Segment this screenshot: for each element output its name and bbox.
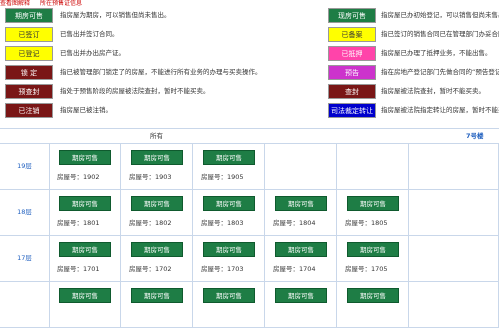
unit-cell: 期房可售: [193, 282, 265, 327]
unit-cell: 期房可售房屋号：1702: [121, 236, 193, 281]
unit-cell: 期房可售房屋号：1705: [337, 236, 409, 281]
all-filter-label[interactable]: 所有: [150, 129, 163, 143]
unit-status-button[interactable]: 期房可售: [275, 196, 327, 211]
unit-cell: 期房可售房屋号：1903: [121, 144, 193, 189]
floor-row: 17层 期房可售 房屋号：1701 期房可售 房屋号：1702 期房可售 房屋号：1703 期…: [0, 236, 499, 282]
unit-status-button[interactable]: 期房可售: [59, 150, 111, 165]
unit-cell: 期房可售房屋号：1704: [265, 236, 337, 281]
floor-label: 17层: [0, 236, 50, 281]
unit-status-button[interactable]: 期房可售: [131, 150, 183, 165]
room-number: 房屋号：1802: [129, 219, 172, 227]
unit-cell: 期房可售: [337, 282, 409, 327]
status-legend: 期房可售 指房屋为期房，可以销售但尚未售出。 已签订 已售出并签订合同。 已登记 已售出并…: [0, 8, 499, 123]
floor-row: 19层 期房可售 房屋号：1902 期房可售 房屋号：1903 期房可售 房屋号：1905: [0, 144, 499, 190]
unit-cell: [409, 236, 499, 281]
unit-cell: [265, 144, 337, 189]
legend-row: 已抵押 指房屋已办理了抵押业务，不能出售。: [0, 46, 499, 64]
status-badge: 已备案: [328, 27, 376, 42]
legend-row: 现房可售 指房屋已办初始登记，可以销售但尚未售出。: [0, 8, 499, 26]
status-badge: 预告: [328, 65, 376, 80]
unit-status-button[interactable]: 期房可售: [275, 288, 327, 303]
room-number: 房屋号：1704: [273, 265, 316, 273]
grid-header: 所有 7号楼: [0, 129, 499, 144]
unit-cell: 期房可售房屋号：1902: [49, 144, 121, 189]
unit-cell: 期房可售房屋号：1805: [337, 190, 409, 235]
unit-status-button[interactable]: 期房可售: [203, 242, 255, 257]
room-number: 房屋号：1903: [129, 173, 172, 181]
room-number: 房屋号：1705: [345, 265, 388, 273]
unit-cell: 期房可售: [265, 282, 337, 327]
unit-status-button[interactable]: 期房可售: [275, 242, 327, 257]
unit-status-button[interactable]: 期房可售: [131, 288, 183, 303]
unit-cell: 期房可售房屋号：1804: [265, 190, 337, 235]
unit-cell: 期房可售: [49, 282, 121, 327]
status-badge: 现房可售: [328, 8, 376, 23]
unit-cell: 期房可售房屋号：1801: [49, 190, 121, 235]
status-description: 指房屋被法院查封，暂时不能买卖。: [381, 87, 485, 95]
status-description: 指在房地产登记部门先做合同的“预告登记”。: [381, 68, 499, 76]
unit-status-button[interactable]: 期房可售: [203, 196, 255, 211]
status-description: 指房屋被法院指定转让的房屋，暂时不能买卖。: [381, 106, 499, 114]
floor-row: 18层 期房可售 房屋号：1801 期房可售 房屋号：1802 期房可售 房屋号：1803 期…: [0, 190, 499, 236]
room-number: 房屋号：1702: [129, 265, 172, 273]
legend-row: 预告 指在房地产登记部门先做合同的“预告登记”。: [0, 65, 499, 83]
unit-cell: [409, 144, 499, 189]
unit-cell: 期房可售房屋号：1701: [49, 236, 121, 281]
floor-row: 期房可售 期房可售 期房可售 期房可售 期房可售: [0, 282, 499, 328]
unit-cell: [337, 144, 409, 189]
room-number: 房屋号：1801: [57, 219, 100, 227]
legend-row: 已备案指已签订的销售合同已在管理部门办妥合同备案。: [0, 27, 499, 45]
unit-status-button[interactable]: 期房可售: [347, 288, 399, 303]
floor-label: 19层: [0, 144, 50, 189]
unit-status-button[interactable]: 期房可售: [347, 196, 399, 211]
unit-cell: 期房可售房屋号：1803: [193, 190, 265, 235]
unit-status-button[interactable]: 期房可售: [347, 242, 399, 257]
room-number: 房屋号：1902: [57, 173, 100, 181]
status-description: 指已签订的销售合同已在管理部门办妥合同备案。: [381, 30, 499, 38]
unit-status-button[interactable]: 期房可售: [203, 288, 255, 303]
unit-status-button[interactable]: 期房可售: [203, 150, 255, 165]
room-number: 房屋号：1703: [201, 265, 244, 273]
status-badge: 查封: [328, 84, 376, 99]
unit-status-button[interactable]: 期房可售: [59, 196, 111, 211]
floor-grid: 所有 7号楼 19层 期房可售 房屋号：1902 期房可售 房屋号：1903 期房可售 房屋…: [0, 128, 499, 328]
room-number: 房屋号：1701: [57, 265, 100, 273]
unit-status-button[interactable]: 期房可售: [131, 242, 183, 257]
legend-row: 查封 指房屋被法院查封，暂时不能买卖。: [0, 84, 499, 102]
status-description: 指房屋已办理了抵押业务，不能出售。: [381, 49, 492, 57]
presale-cert-link[interactable]: 所在预售证信息: [40, 0, 82, 7]
unit-cell: 期房可售: [121, 282, 193, 327]
unit-status-button[interactable]: 期房可售: [131, 196, 183, 211]
building-label[interactable]: 7号楼: [466, 129, 484, 143]
floor-label: [0, 282, 50, 327]
unit-status-button[interactable]: 期房可售: [59, 242, 111, 257]
room-number: 房屋号：1805: [345, 219, 388, 227]
unit-cell: 期房可售房屋号：1802: [121, 190, 193, 235]
floor-label: 18层: [0, 190, 50, 235]
unit-cell: [409, 282, 499, 327]
top-links: 查看图解释 所在预售证信息: [0, 0, 499, 8]
unit-cell: 期房可售房屋号：1703: [193, 236, 265, 281]
legend-help-link[interactable]: 查看图解释: [0, 0, 30, 7]
status-description: 指房屋已办初始登记，可以销售但尚未售出。: [381, 11, 499, 19]
room-number: 房屋号：1803: [201, 219, 244, 227]
room-number: 房屋号：1804: [273, 219, 316, 227]
unit-status-button[interactable]: 期房可售: [59, 288, 111, 303]
unit-cell: [409, 190, 499, 235]
status-badge: 司法裁定转让: [328, 103, 376, 118]
room-number: 房屋号：1905: [201, 173, 244, 181]
legend-row: 司法裁定转让指房屋被法院指定转让的房屋，暂时不能买卖。: [0, 103, 499, 121]
unit-cell: 期房可售房屋号：1905: [193, 144, 265, 189]
status-badge: 已抵押: [328, 46, 376, 61]
